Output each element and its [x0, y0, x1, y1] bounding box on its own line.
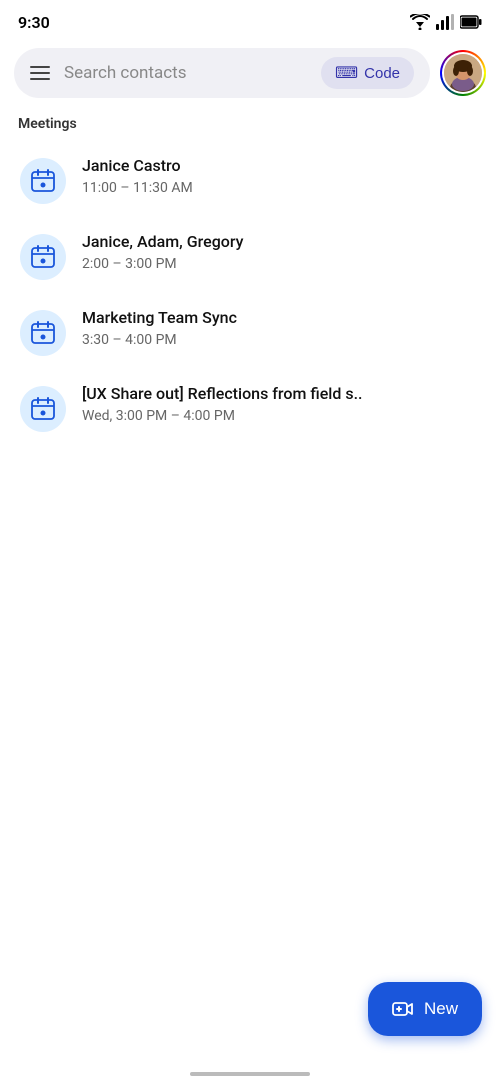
- home-indicator: [190, 1072, 310, 1076]
- meeting-title: Marketing Team Sync: [82, 308, 237, 329]
- calendar-svg: [30, 396, 56, 422]
- calendar-icon: [20, 310, 66, 356]
- calendar-svg: [30, 244, 56, 270]
- status-time: 9:30: [18, 13, 50, 32]
- signal-icon: [436, 14, 454, 30]
- avatar-inner: [444, 54, 482, 92]
- meeting-info: Janice, Adam, Gregory 2:00 – 3:00 PM: [82, 232, 243, 272]
- search-placeholder: Search contacts: [64, 63, 307, 83]
- meeting-item[interactable]: Janice Castro 11:00 – 11:30 AM: [14, 142, 486, 218]
- meeting-time: 11:00 – 11:30 AM: [82, 180, 193, 196]
- fab-label: New: [424, 999, 458, 1019]
- code-label: Code: [364, 65, 400, 82]
- hamburger-menu-icon[interactable]: [30, 66, 50, 80]
- meeting-item[interactable]: [UX Share out] Reflections from field s.…: [14, 370, 486, 446]
- keyboard-icon: ⌨: [335, 63, 358, 83]
- meeting-title: Janice, Adam, Gregory: [82, 232, 243, 253]
- meetings-list: Janice Castro 11:00 – 11:30 AM Janice, A…: [0, 142, 500, 446]
- meeting-info: Janice Castro 11:00 – 11:30 AM: [82, 156, 193, 196]
- meeting-item[interactable]: Marketing Team Sync 3:30 – 4:00 PM: [14, 294, 486, 370]
- meeting-item[interactable]: Janice, Adam, Gregory 2:00 – 3:00 PM: [14, 218, 486, 294]
- wifi-icon: [410, 14, 430, 30]
- calendar-svg: [30, 168, 56, 194]
- status-bar: 9:30: [0, 0, 500, 40]
- meeting-time: 2:00 – 3:00 PM: [82, 256, 243, 272]
- meetings-section-header: Meetings: [0, 110, 500, 142]
- calendar-icon: [20, 386, 66, 432]
- video-add-icon: [392, 998, 414, 1020]
- meeting-title: Janice Castro: [82, 156, 193, 177]
- calendar-icon: [20, 234, 66, 280]
- new-meeting-fab[interactable]: New: [368, 982, 482, 1036]
- meeting-time: 3:30 – 4:00 PM: [82, 332, 237, 348]
- battery-icon: [460, 15, 482, 29]
- search-bar[interactable]: Search contacts ⌨ Code: [14, 48, 430, 98]
- meeting-info: Marketing Team Sync 3:30 – 4:00 PM: [82, 308, 237, 348]
- meeting-info: [UX Share out] Reflections from field s.…: [82, 384, 363, 424]
- avatar[interactable]: [440, 50, 486, 96]
- calendar-icon: [20, 158, 66, 204]
- calendar-svg: [30, 320, 56, 346]
- code-button[interactable]: ⌨ Code: [321, 57, 414, 89]
- status-icons: [410, 14, 482, 30]
- search-bar-container: Search contacts ⌨ Code: [0, 40, 500, 110]
- meeting-title: [UX Share out] Reflections from field s.…: [82, 384, 363, 405]
- avatar-image: [444, 54, 482, 92]
- meeting-time: Wed, 3:00 PM – 4:00 PM: [82, 408, 363, 424]
